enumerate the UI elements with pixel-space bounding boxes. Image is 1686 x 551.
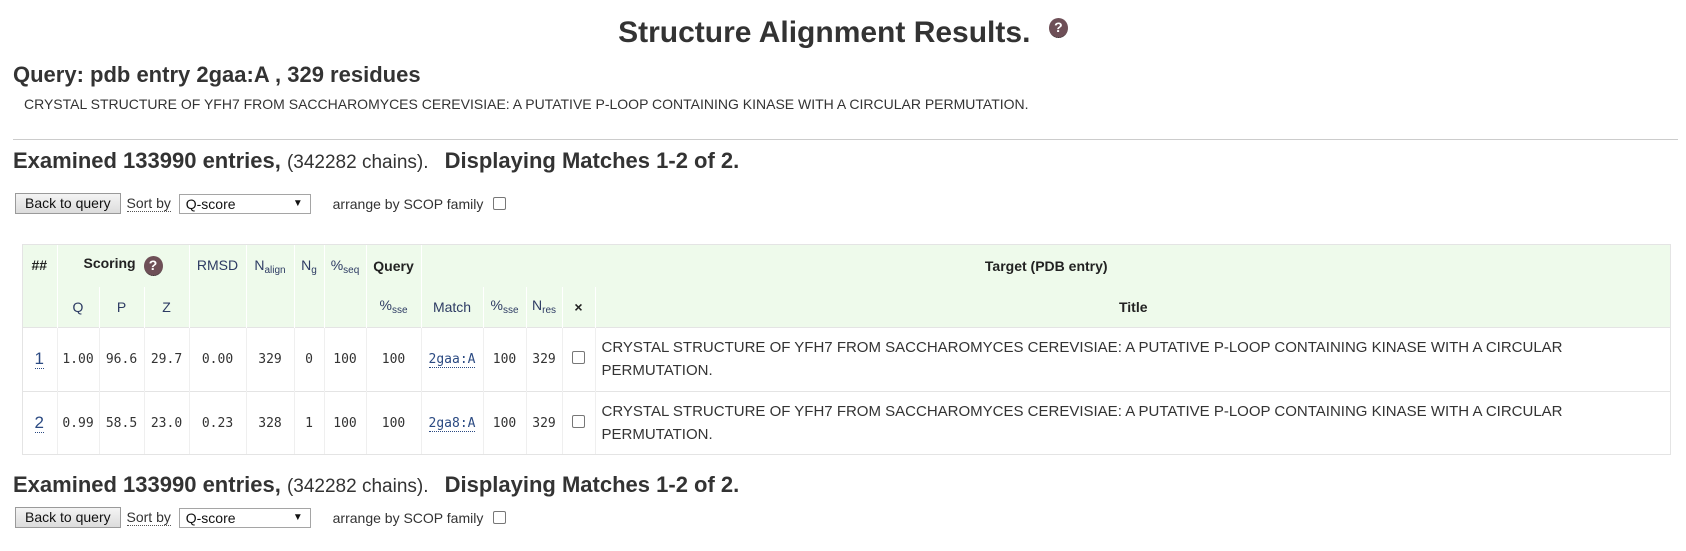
row-num-link[interactable]: 1 [34,349,44,369]
scoring-label: Scoring [83,255,136,271]
cell-nalign: 328 [245,390,294,455]
displaying-matches: Displaying Matches 1-2 of 2. [444,472,740,497]
table-row: 1 1.00 96.6 29.7 0.00 329 0 100 100 2gaa… [22,326,1671,391]
qsse-label: % [379,297,392,314]
cell-match: 2gaa:A [420,326,483,391]
cell-seq: 100 [323,326,366,391]
chains-count: (342282 chains). [286,152,429,173]
scop-checkbox[interactable] [493,511,507,524]
scop-label: arrange by SCOP family [332,195,484,212]
match-link[interactable]: 2ga8:A [428,415,476,432]
col-nres[interactable]: Nres [525,287,562,327]
cell-nalign: 329 [245,326,294,391]
col-ng[interactable]: Ng [293,244,324,327]
controls-top: Back to query Sort by Q-score ▼ arrange … [15,193,507,215]
sort-by-label: Sort by [126,195,171,212]
row-checkbox[interactable] [572,350,585,364]
cell-ng: 1 [293,390,324,455]
cell-z: 23.0 [143,390,189,455]
scoring-help-icon[interactable]: ? [143,256,163,276]
scop-label: arrange by SCOP family [332,509,484,526]
chains-count: (342282 chains). [286,476,429,497]
cell-select [561,326,595,391]
col-seq[interactable]: %seq [323,244,366,327]
page-header: Structure Alignment Results. ? [0,16,1686,50]
query-heading: Query: pdb entry 2gaa:A , 329 residues [13,62,421,87]
tsse-label: % [490,297,503,314]
cell-q: 0.99 [56,390,99,455]
help-icon[interactable]: ? [1048,18,1068,38]
cell-tsse: 100 [482,326,526,391]
col-x[interactable]: × [561,287,595,327]
examined-count: Examined 133990 entries, [13,472,281,497]
ng-label: N [301,257,312,273]
summary-top: Examined 133990 entries, (342282 chains)… [13,148,739,174]
col-tsse[interactable]: %sse [482,287,526,327]
col-scoring: Scoring ? [56,244,189,287]
cell-rmsd: 0.23 [188,390,246,455]
sort-select[interactable]: Q-score ▼ [178,507,311,528]
cell-qsse: 100 [365,326,421,391]
cell-select [561,390,595,455]
col-title: Title [594,287,1671,327]
nres-label: N [531,297,543,314]
tsse-sub: sse [502,305,519,317]
cell-nres: 329 [525,390,562,455]
cell-tsse: 100 [482,390,526,455]
col-rmsd[interactable]: RMSD [188,244,246,327]
seq-label: % [330,257,344,273]
sort-select-value: Q-score [185,195,236,212]
col-qsse[interactable]: %sse [365,287,421,327]
query-description: CRYSTAL STRUCTURE OF YFH7 FROM SACCHAROM… [24,96,1029,112]
scop-checkbox[interactable] [493,197,507,210]
col-match[interactable]: Match [420,287,483,327]
nalign-label: N [254,257,265,273]
ng-sub: g [311,265,317,276]
nalign-sub: align [264,265,286,276]
cell-match: 2ga8:A [420,390,483,455]
cell-rmsd: 0.00 [188,326,246,391]
sort-select-value: Q-score [185,509,236,526]
row-num-link[interactable]: 2 [34,413,44,434]
col-query: Query [365,244,421,287]
cell-nres: 329 [525,326,562,391]
table-header-row: ## Scoring ? RMSD Nalign Ng %seq Query T… [22,244,1671,327]
results-table: ## Scoring ? RMSD Nalign Ng %seq Query T… [22,244,1671,455]
page-title: Structure Alignment Results. [618,16,1031,49]
col-num: ## [31,257,48,273]
chevron-down-icon: ▼ [292,511,303,523]
col-nalign[interactable]: Nalign [245,244,294,327]
sort-select[interactable]: Q-score ▼ [178,193,311,214]
cell-qsse: 100 [365,390,421,455]
cell-p: 58.5 [98,390,144,455]
row-num-cell: 1 [22,326,57,391]
back-to-query-button[interactable]: Back to query [15,507,121,528]
examined-count: Examined 133990 entries, [13,148,281,173]
col-target: Target (PDB entry) [420,244,1671,287]
cell-title: CRYSTAL STRUCTURE OF YFH7 FROM SACCHAROM… [594,326,1671,391]
sort-by-label: Sort by [126,509,171,526]
displaying-matches: Displaying Matches 1-2 of 2. [444,148,740,173]
qsse-sub: sse [391,305,408,317]
row-num-cell: 2 [22,390,57,455]
match-link[interactable]: 2gaa:A [428,351,476,368]
controls-bottom: Back to query Sort by Q-score ▼ arrange … [15,507,507,529]
table-row: 2 0.99 58.5 23.0 0.23 328 1 100 100 2ga8… [22,390,1671,455]
col-z[interactable]: Z [143,287,189,327]
cell-title: CRYSTAL STRUCTURE OF YFH7 FROM SACCHAROM… [594,390,1671,455]
row-checkbox[interactable] [572,414,585,428]
col-q[interactable]: Q [56,287,99,327]
divider [13,139,1678,140]
chevron-down-icon: ▼ [292,197,303,209]
seq-sub: seq [343,265,360,276]
cell-q: 1.00 [56,326,99,391]
cell-p: 96.6 [98,326,144,391]
summary-bottom: Examined 133990 entries, (342282 chains)… [13,472,739,498]
cell-z: 29.7 [143,326,189,391]
nres-sub: res [542,305,557,317]
cell-ng: 0 [293,326,324,391]
cell-seq: 100 [323,390,366,455]
col-p[interactable]: P [98,287,144,327]
back-to-query-button[interactable]: Back to query [15,193,121,214]
